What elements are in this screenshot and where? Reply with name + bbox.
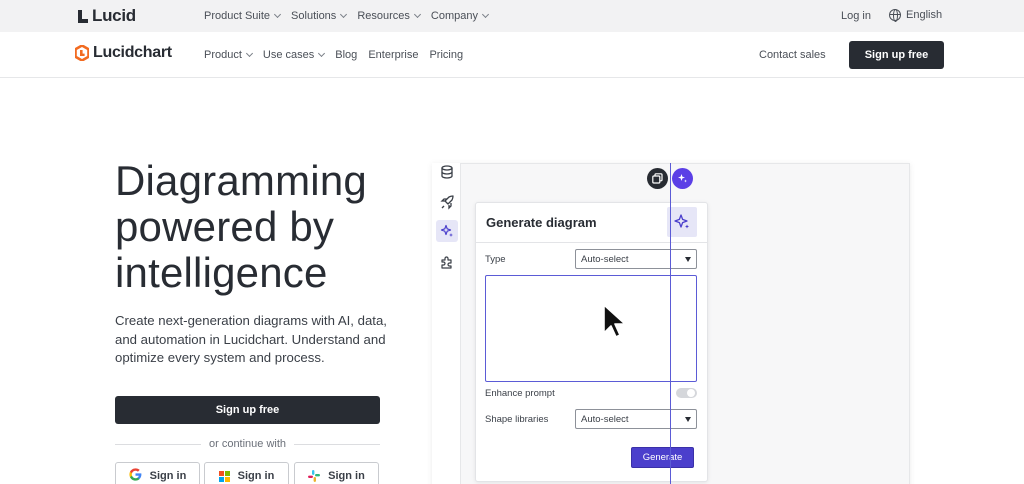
globe-icon bbox=[889, 9, 901, 22]
topnav-solutions[interactable]: Solutions bbox=[291, 10, 348, 22]
nav-blog[interactable]: Blog bbox=[335, 49, 357, 61]
top-nav: Product Suite Solutions Resources Compan… bbox=[204, 0, 490, 32]
puzzle-icon[interactable] bbox=[436, 251, 458, 273]
microsoft-icon bbox=[218, 470, 230, 482]
main-nav-bar: Lucidchart Product Use cases Blog Enterp… bbox=[0, 32, 1024, 78]
hero-title: Diagramming powered by intelligence bbox=[115, 157, 367, 296]
copy-icon bbox=[652, 173, 663, 184]
divider-line bbox=[294, 443, 381, 445]
slack-icon bbox=[308, 470, 321, 482]
lucid-logo-mark-icon bbox=[78, 9, 89, 23]
topnav-label: Solutions bbox=[291, 10, 337, 22]
copy-button[interactable] bbox=[647, 168, 668, 189]
main-nav: Product Use cases Blog Enterprise Pricin… bbox=[204, 32, 463, 78]
google-icon bbox=[129, 468, 142, 484]
sso-label: Sign in bbox=[237, 470, 275, 482]
lucid-logo[interactable]: Lucid bbox=[78, 6, 136, 26]
rocket-icon[interactable] bbox=[436, 191, 458, 213]
nav-product[interactable]: Product bbox=[204, 49, 253, 61]
shape-select-value: Auto-select bbox=[581, 413, 629, 425]
nav-use-cases[interactable]: Use cases bbox=[262, 49, 326, 61]
chevron-down-icon bbox=[245, 49, 253, 58]
sso-label: Sign in bbox=[328, 470, 365, 482]
enhance-prompt-label: Enhance prompt bbox=[485, 388, 555, 399]
nav-label: Pricing bbox=[429, 49, 464, 61]
topnav-company[interactable]: Company bbox=[430, 10, 490, 22]
sparkle-small-icon bbox=[678, 174, 687, 183]
generate-button[interactable]: Generate bbox=[631, 447, 694, 468]
lucidchart-logo-text: Lucidchart bbox=[93, 44, 172, 61]
nav-label: Blog bbox=[335, 49, 358, 61]
type-label: Type bbox=[485, 254, 506, 265]
sparkle-icon[interactable] bbox=[436, 220, 458, 242]
shape-libraries-select[interactable]: Auto-select bbox=[575, 409, 697, 429]
google-signin-button[interactable]: Sign in bbox=[115, 462, 200, 484]
nav-label: Use cases bbox=[262, 49, 315, 61]
sso-label: Sign in bbox=[149, 470, 187, 482]
card-sparkle-button[interactable] bbox=[667, 207, 697, 237]
nav-enterprise[interactable]: Enterprise bbox=[368, 49, 418, 61]
dropdown-arrow-icon bbox=[685, 417, 691, 422]
prompt-textarea[interactable] bbox=[485, 275, 697, 382]
slack-signin-button[interactable]: Sign in bbox=[294, 462, 379, 484]
divider-line bbox=[115, 443, 201, 445]
chevron-down-icon bbox=[481, 10, 490, 19]
topnav-label: Resources bbox=[357, 10, 410, 22]
language-selector[interactable]: English bbox=[889, 9, 943, 22]
lucid-logo-text: Lucid bbox=[92, 6, 136, 25]
card-title: Generate diagram bbox=[486, 215, 597, 230]
type-select[interactable]: Auto-select bbox=[575, 249, 697, 269]
top-utility-bar: Lucid Product Suite Solutions Resources … bbox=[0, 0, 1024, 32]
login-link[interactable]: Log in bbox=[841, 10, 871, 22]
hero-signup-button[interactable]: Sign up free bbox=[115, 396, 380, 424]
lucidchart-hex-icon bbox=[75, 45, 89, 61]
topnav-product-suite[interactable]: Product Suite bbox=[204, 10, 282, 22]
sparkle-icon bbox=[674, 214, 689, 229]
continue-divider: or continue with bbox=[115, 437, 381, 451]
topnav-label: Company bbox=[430, 10, 478, 22]
hero-subtitle: Create next-generation diagrams with AI,… bbox=[115, 313, 387, 366]
chevron-down-icon bbox=[340, 10, 348, 19]
microsoft-signin-button[interactable]: Sign in bbox=[204, 462, 289, 484]
lucidchart-logo[interactable]: Lucidchart bbox=[75, 44, 172, 62]
ai-assist-button[interactable] bbox=[672, 168, 693, 189]
topnav-resources[interactable]: Resources bbox=[357, 10, 421, 22]
enhance-prompt-toggle[interactable] bbox=[676, 388, 697, 398]
database-icon[interactable] bbox=[436, 161, 458, 183]
nav-label: Product bbox=[204, 49, 242, 61]
chevron-down-icon bbox=[318, 49, 326, 58]
signup-free-button[interactable]: Sign up free bbox=[849, 41, 944, 69]
continue-with-label: or continue with bbox=[208, 438, 287, 450]
mouse-cursor-icon bbox=[602, 304, 628, 345]
type-select-value: Auto-select bbox=[581, 253, 629, 265]
nav-pricing[interactable]: Pricing bbox=[429, 49, 463, 61]
dropdown-arrow-icon bbox=[685, 257, 691, 262]
chevron-down-icon bbox=[413, 10, 421, 19]
chevron-down-icon bbox=[274, 10, 282, 19]
language-label: English bbox=[906, 9, 943, 21]
nav-label: Enterprise bbox=[368, 49, 419, 61]
topnav-label: Product Suite bbox=[204, 10, 271, 22]
contact-sales-link[interactable]: Contact sales bbox=[759, 49, 826, 61]
shape-libraries-label: Shape libraries bbox=[485, 414, 549, 425]
alignment-guide-line bbox=[670, 163, 671, 484]
